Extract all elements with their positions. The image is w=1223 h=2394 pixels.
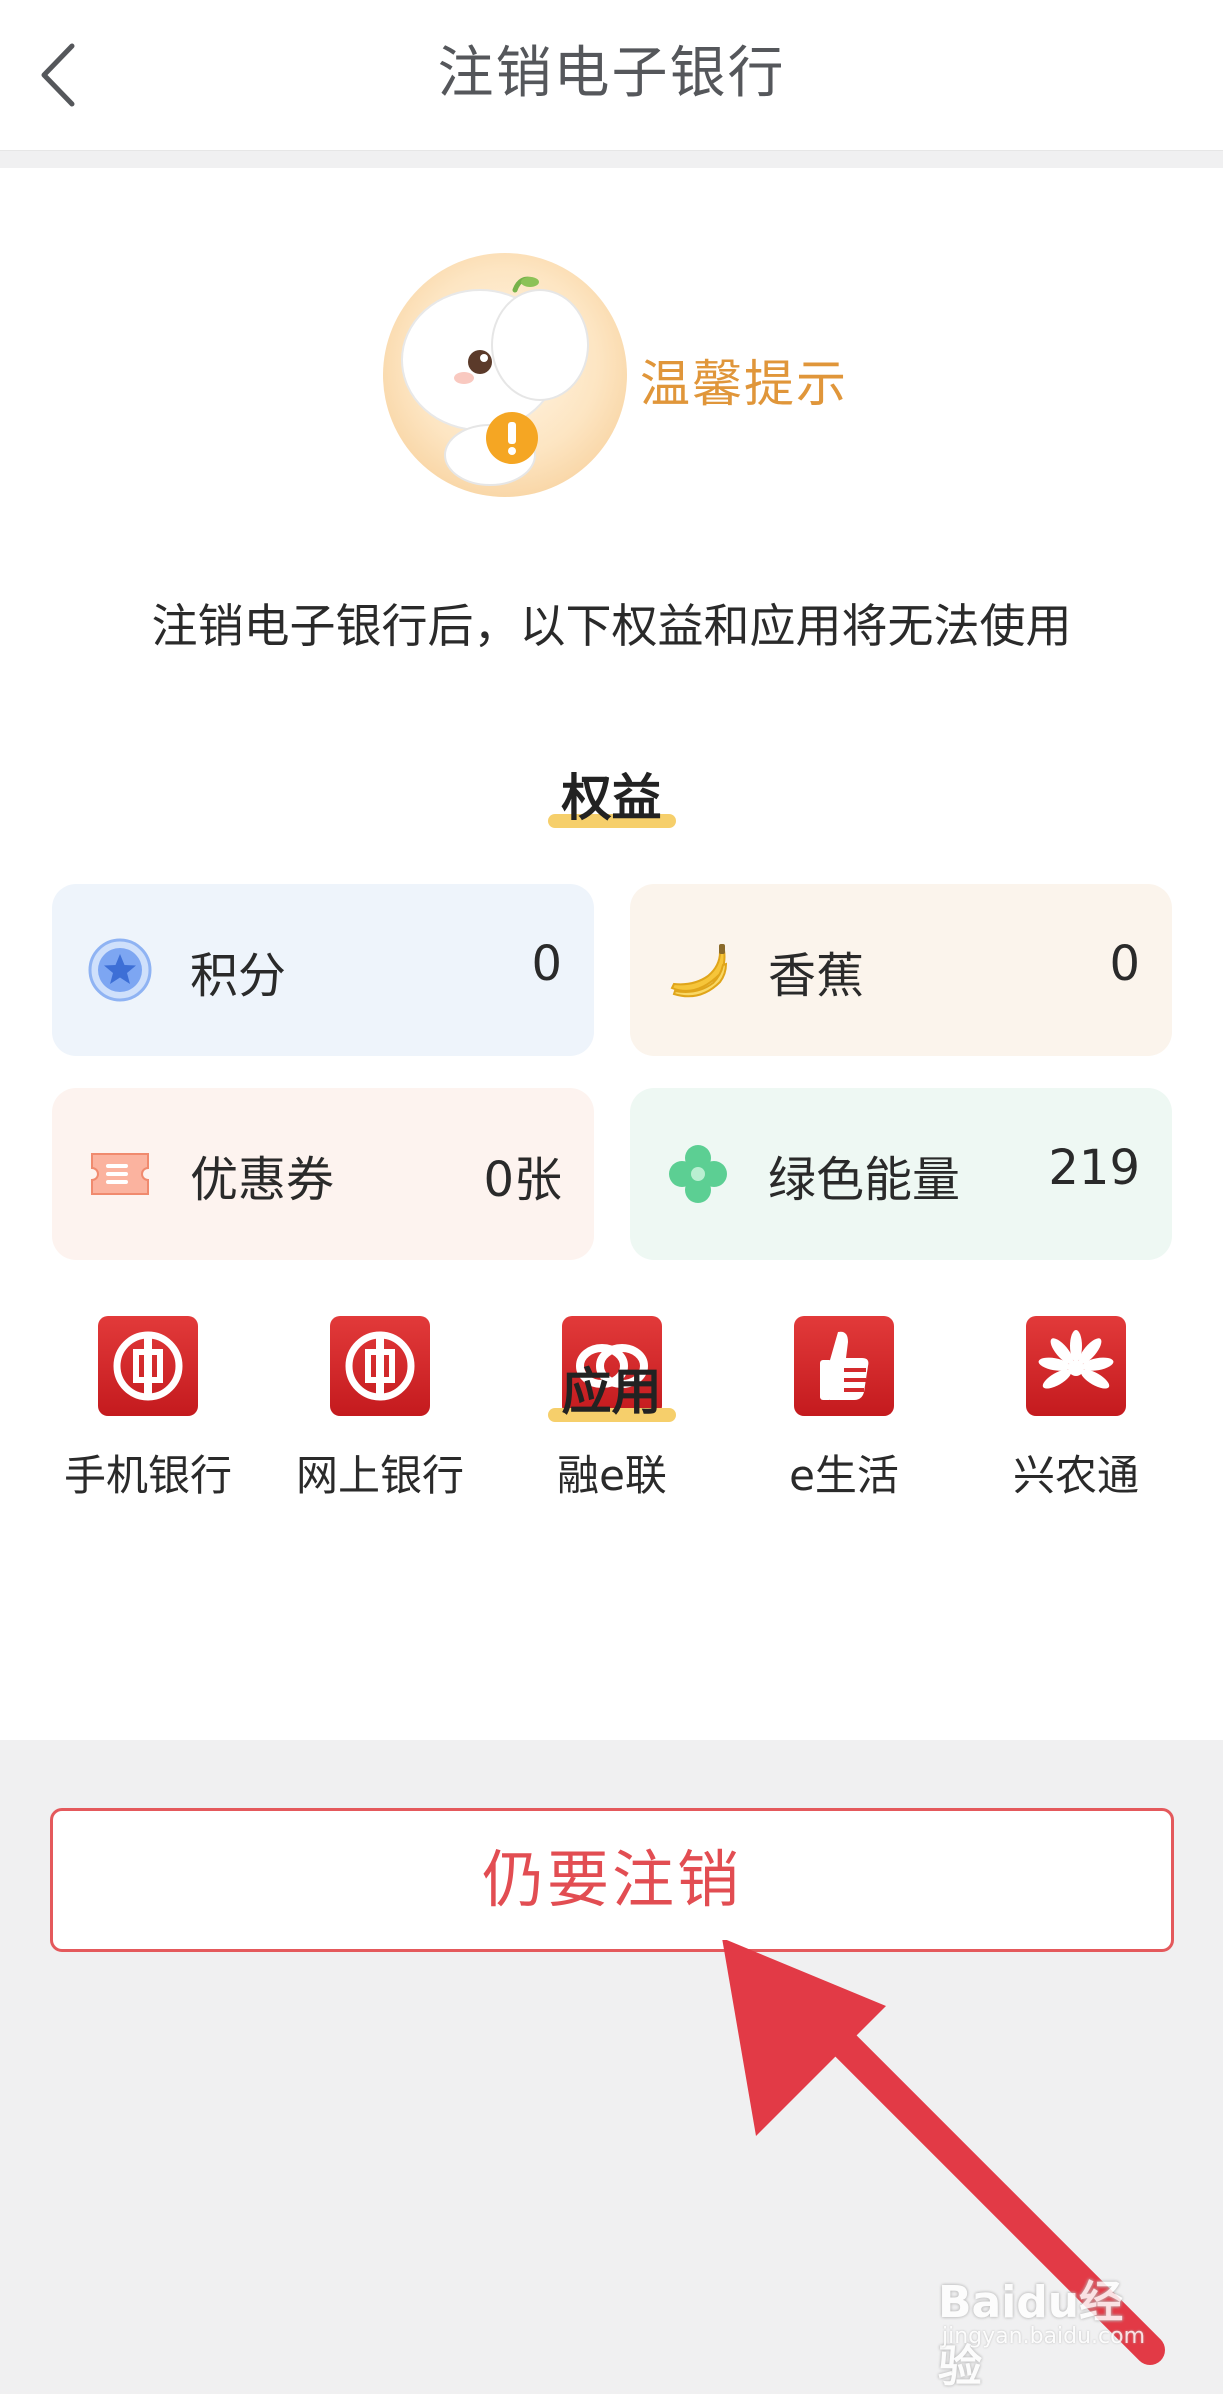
benefit-name: 优惠券 bbox=[190, 1152, 335, 1208]
app-mobile-banking[interactable]: 手机银行 bbox=[32, 1316, 264, 1503]
clover-icon bbox=[669, 1145, 727, 1203]
app-label: e生活 bbox=[789, 1451, 899, 1500]
benefit-name: 香蕉 bbox=[768, 948, 865, 1004]
icbc-logo-icon bbox=[330, 1316, 430, 1416]
tip-label: 温馨提示 bbox=[640, 355, 848, 413]
benefit-card-green-energy: 绿色能量 219 bbox=[630, 1088, 1172, 1260]
benefit-value: 0张 bbox=[483, 1152, 562, 1208]
banana-icon bbox=[670, 944, 728, 998]
app-e-life[interactable]: e生活 bbox=[728, 1316, 960, 1503]
flower-icon bbox=[1026, 1316, 1126, 1416]
watermark: Baidu经验 jingyan.baidu.com bbox=[938, 2266, 1158, 2392]
benefit-value: 219 bbox=[1048, 1140, 1140, 1196]
app-label: 融e联 bbox=[557, 1451, 667, 1500]
benefit-card-points: 积分 0 bbox=[52, 884, 594, 1056]
coupon-icon bbox=[91, 1153, 149, 1195]
thumbs-up-icon bbox=[794, 1316, 894, 1416]
app-online-banking[interactable]: 网上银行 bbox=[264, 1316, 496, 1503]
top-bar: 注销电子银行 bbox=[0, 0, 1223, 151]
benefit-name: 积分 bbox=[190, 948, 287, 1004]
app-label: 兴农通 bbox=[1012, 1451, 1139, 1500]
benefits-section-title: 权益 bbox=[0, 758, 1223, 830]
app-label: 手机银行 bbox=[63, 1451, 232, 1500]
icbc-logo-icon bbox=[98, 1316, 198, 1416]
benefit-value: 0 bbox=[531, 936, 562, 992]
elephant-mascot-icon bbox=[383, 253, 627, 497]
confirm-cancel-button[interactable]: 仍要注销 bbox=[50, 1808, 1174, 1952]
benefit-name: 绿色能量 bbox=[768, 1152, 961, 1208]
benefit-card-coupon: 优惠券 0张 bbox=[52, 1088, 594, 1260]
star-coin-icon bbox=[88, 938, 152, 1002]
app-xing-nong-tong[interactable]: 兴农通 bbox=[960, 1316, 1192, 1503]
benefit-value: 0 bbox=[1109, 936, 1140, 992]
watermark-sub-text: jingyan.baidu.com bbox=[942, 2324, 1146, 2349]
warning-text: 注销电子银行后，以下权益和应用将无法使用 bbox=[151, 599, 1072, 653]
benefit-card-banana: 香蕉 0 bbox=[630, 884, 1172, 1056]
app-label: 网上银行 bbox=[295, 1451, 464, 1500]
page-title: 注销电子银行 bbox=[437, 41, 786, 106]
